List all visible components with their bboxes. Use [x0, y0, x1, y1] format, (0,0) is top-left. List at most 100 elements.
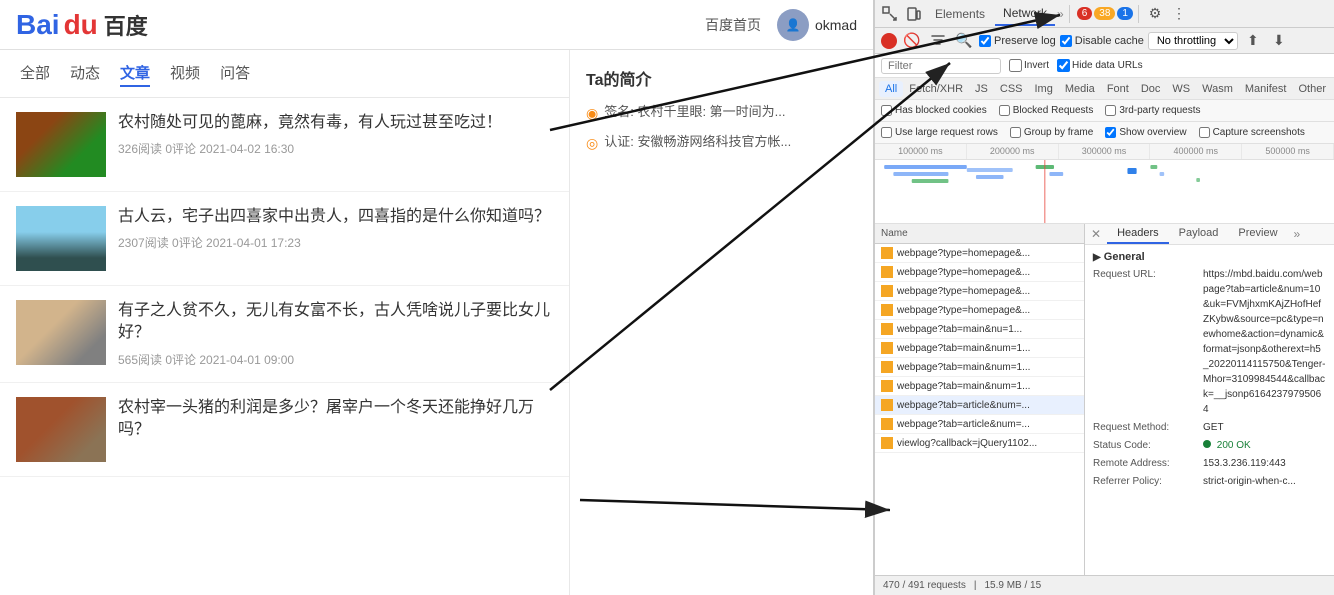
- content-tabs: 全部 动态 文章 视频 问答: [0, 50, 569, 98]
- list-item[interactable]: webpage?tab=main&num=1...: [875, 358, 1084, 377]
- type-tab-media[interactable]: Media: [1059, 81, 1101, 97]
- article-title[interactable]: 农村随处可见的蓖麻，竟然有毒，有人玩过甚至吃过！: [118, 112, 553, 134]
- tl-label-3: 300000 ms: [1059, 144, 1151, 159]
- type-tab-all[interactable]: All: [879, 81, 903, 97]
- name-list-header: Name: [875, 224, 1084, 244]
- close-details-btn[interactable]: ✕: [1085, 224, 1107, 244]
- tab-dynamic[interactable]: 动态: [70, 60, 100, 87]
- type-tab-js[interactable]: JS: [969, 81, 994, 97]
- list-item[interactable]: webpage?type=homepage&...: [875, 244, 1084, 263]
- has-blocked-text: Has blocked cookies: [895, 105, 987, 116]
- invert-checkbox[interactable]: [1009, 59, 1022, 72]
- show-overview-label[interactable]: Show overview: [1105, 127, 1186, 138]
- request-url-value: https://mbd.baidu.com/webpage?tab=articl…: [1203, 267, 1326, 417]
- article-title[interactable]: 农村宰一头猪的利润是多少？屠宰户一个冬天还能挣好几万吗？: [118, 397, 553, 442]
- third-party-checkbox[interactable]: [1105, 105, 1116, 116]
- article-title[interactable]: 有子之人贫不久，无儿有女富不长，古人凭啥说儿子要比女儿好？: [118, 300, 553, 345]
- type-tab-wasm[interactable]: Wasm: [1196, 81, 1239, 97]
- use-large-rows-checkbox[interactable]: [881, 127, 892, 138]
- tab-elements[interactable]: Elements: [927, 3, 993, 25]
- invert-label[interactable]: Invert: [1009, 59, 1049, 72]
- list-item-selected[interactable]: webpage?tab=article&num=...: [875, 396, 1084, 415]
- profile-title: Ta的简介: [586, 66, 857, 90]
- tab-article[interactable]: 文章: [120, 60, 150, 87]
- clear-btn[interactable]: 🚫: [901, 30, 923, 52]
- more-tabs-btn[interactable]: »: [1057, 7, 1064, 21]
- disable-cache-checkbox[interactable]: [1060, 35, 1072, 47]
- username: okmad: [815, 17, 857, 33]
- hide-data-checkbox[interactable]: [1057, 59, 1070, 72]
- request-icon: [881, 361, 893, 373]
- blocked-requests-label[interactable]: Blocked Requests: [999, 105, 1094, 116]
- more-detail-tabs-btn[interactable]: »: [1288, 224, 1307, 244]
- request-icon: [881, 285, 893, 297]
- type-tab-img[interactable]: Img: [1029, 81, 1059, 97]
- more-filters-row: Has blocked cookies Blocked Requests 3rd…: [875, 100, 1334, 122]
- tl-label-1: 100000 ms: [875, 144, 967, 159]
- baidu-home-link[interactable]: 百度首页: [705, 15, 761, 35]
- search-btn[interactable]: 🔍: [953, 30, 975, 52]
- tab-video[interactable]: 视频: [170, 60, 200, 87]
- list-item: 古人云，宅子出四喜家中出贵人，四喜指的是什么你知道吗？ 2307阅读 0评论 2…: [0, 192, 569, 286]
- show-overview-checkbox[interactable]: [1105, 127, 1116, 138]
- settings-btn[interactable]: ⚙: [1144, 3, 1166, 25]
- capture-screenshots-label[interactable]: Capture screenshots: [1199, 127, 1305, 138]
- type-tab-css[interactable]: CSS: [994, 81, 1029, 97]
- throttle-select[interactable]: No throttling: [1148, 32, 1238, 50]
- device-toolbar-btn[interactable]: [903, 3, 925, 25]
- preserve-log-checkbox[interactable]: [979, 35, 991, 47]
- type-tab-font[interactable]: Font: [1101, 81, 1135, 97]
- capture-screenshots-checkbox[interactable]: [1199, 127, 1210, 138]
- list-item[interactable]: webpage?tab=main&num=1...: [875, 377, 1084, 396]
- group-by-frame-label[interactable]: Group by frame: [1010, 127, 1093, 138]
- details-tabs: ✕ Headers Payload Preview »: [1085, 224, 1334, 245]
- list-item[interactable]: webpage?tab=main&nu=1...: [875, 320, 1084, 339]
- avatar: 👤: [777, 9, 809, 41]
- inspect-element-btn[interactable]: [879, 3, 901, 25]
- request-name: webpage?tab=main&num=1...: [897, 343, 1030, 354]
- referrer-policy-value: strict-origin-when-c...: [1203, 474, 1296, 489]
- tl-label-5: 500000 ms: [1242, 144, 1334, 159]
- disable-cache-label[interactable]: Disable cache: [1060, 35, 1144, 47]
- tab-network[interactable]: Network: [995, 2, 1055, 26]
- header-right: 百度首页 👤 okmad: [705, 9, 857, 41]
- export-btn[interactable]: ⬇: [1268, 30, 1290, 52]
- list-item[interactable]: webpage?tab=article&num=...: [875, 415, 1084, 434]
- blocked-requests-checkbox[interactable]: [999, 105, 1010, 116]
- filter-btn[interactable]: [927, 30, 949, 52]
- preserve-log-label[interactable]: Preserve log: [979, 35, 1056, 47]
- timeline-area: 100000 ms 200000 ms 300000 ms 400000 ms …: [875, 144, 1334, 224]
- details-tab-preview[interactable]: Preview: [1228, 224, 1287, 244]
- type-tab-fetch[interactable]: Fetch/XHR: [903, 81, 969, 97]
- type-tab-manifest[interactable]: Manifest: [1239, 81, 1293, 97]
- list-item[interactable]: webpage?type=homepage&...: [875, 301, 1084, 320]
- article-title[interactable]: 古人云，宅子出四喜家中出贵人，四喜指的是什么你知道吗？: [118, 206, 553, 228]
- group-by-frame-checkbox[interactable]: [1010, 127, 1021, 138]
- invert-text: Invert: [1024, 60, 1049, 71]
- hide-data-label[interactable]: Hide data URLs: [1057, 59, 1143, 72]
- has-blocked-checkbox[interactable]: [881, 105, 892, 116]
- list-item[interactable]: webpage?tab=main&num=1...: [875, 339, 1084, 358]
- request-url-label: Request URL:: [1093, 267, 1203, 417]
- import-btn[interactable]: ⬆: [1242, 30, 1264, 52]
- transferred-size: 15.9 MB / 15: [984, 580, 1041, 591]
- request-name: webpage?tab=main&nu=1...: [897, 324, 1022, 335]
- record-btn[interactable]: [881, 33, 897, 49]
- use-large-rows-label[interactable]: Use large request rows: [881, 127, 998, 138]
- list-item[interactable]: webpage?type=homepage&...: [875, 263, 1084, 282]
- third-party-label[interactable]: 3rd-party requests: [1105, 105, 1200, 116]
- tab-qa[interactable]: 问答: [220, 60, 250, 87]
- more-options-btn[interactable]: ⋮: [1168, 3, 1190, 25]
- has-blocked-label[interactable]: Has blocked cookies: [881, 105, 987, 116]
- type-tab-ws[interactable]: WS: [1166, 81, 1196, 97]
- type-tab-doc[interactable]: Doc: [1135, 81, 1167, 97]
- remote-address-value: 153.3.236.119:443: [1203, 456, 1286, 471]
- details-tab-headers[interactable]: Headers: [1107, 224, 1169, 244]
- type-tab-other[interactable]: Other: [1292, 81, 1332, 97]
- details-tab-payload[interactable]: Payload: [1169, 224, 1229, 244]
- list-item[interactable]: viewlog?callback=jQuery1102...: [875, 434, 1084, 453]
- tab-all[interactable]: 全部: [20, 60, 50, 87]
- filter-input[interactable]: [881, 58, 1001, 74]
- list-item[interactable]: webpage?type=homepage&...: [875, 282, 1084, 301]
- devtools-panel: Elements Network » 6 38 1 ⚙ ⋮ 🚫 🔍 Preser…: [874, 0, 1334, 595]
